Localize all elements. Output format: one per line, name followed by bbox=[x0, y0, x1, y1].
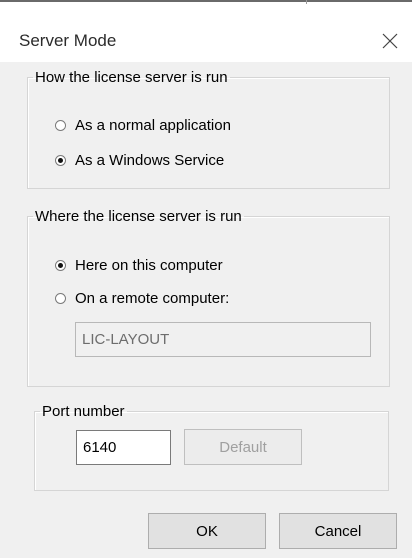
ok-button[interactable]: OK bbox=[148, 513, 266, 549]
close-icon[interactable] bbox=[380, 31, 400, 51]
dialog-title: Server Mode bbox=[19, 31, 117, 50]
location-legend: Where the license server is run bbox=[35, 208, 242, 225]
radio-label: Here on this computer bbox=[75, 257, 223, 274]
radio-checked-icon bbox=[55, 155, 66, 166]
radio-unchecked-icon bbox=[55, 293, 66, 304]
port-input[interactable] bbox=[76, 430, 171, 465]
radio-label: As a normal application bbox=[75, 117, 231, 134]
cancel-button[interactable]: Cancel bbox=[279, 513, 397, 549]
run-mode-legend: How the license server is run bbox=[35, 69, 228, 86]
radio-unchecked-icon bbox=[55, 120, 66, 131]
radio-label: On a remote computer: bbox=[75, 290, 230, 307]
remote-computer-input[interactable] bbox=[75, 322, 371, 357]
radio-checked-icon bbox=[55, 260, 66, 271]
title-bar: Server Mode bbox=[0, 4, 412, 62]
radio-windows-service[interactable]: As a Windows Service bbox=[55, 152, 224, 169]
default-button[interactable]: Default bbox=[184, 429, 302, 465]
radio-label: As a Windows Service bbox=[75, 152, 225, 169]
port-legend: Port number bbox=[42, 403, 125, 420]
radio-remote-computer[interactable]: On a remote computer: bbox=[55, 290, 229, 307]
top-edge-shadow bbox=[0, 0, 412, 2]
radio-normal-application[interactable]: As a normal application bbox=[55, 117, 231, 134]
radio-here-on-this-computer[interactable]: Here on this computer bbox=[55, 257, 223, 274]
